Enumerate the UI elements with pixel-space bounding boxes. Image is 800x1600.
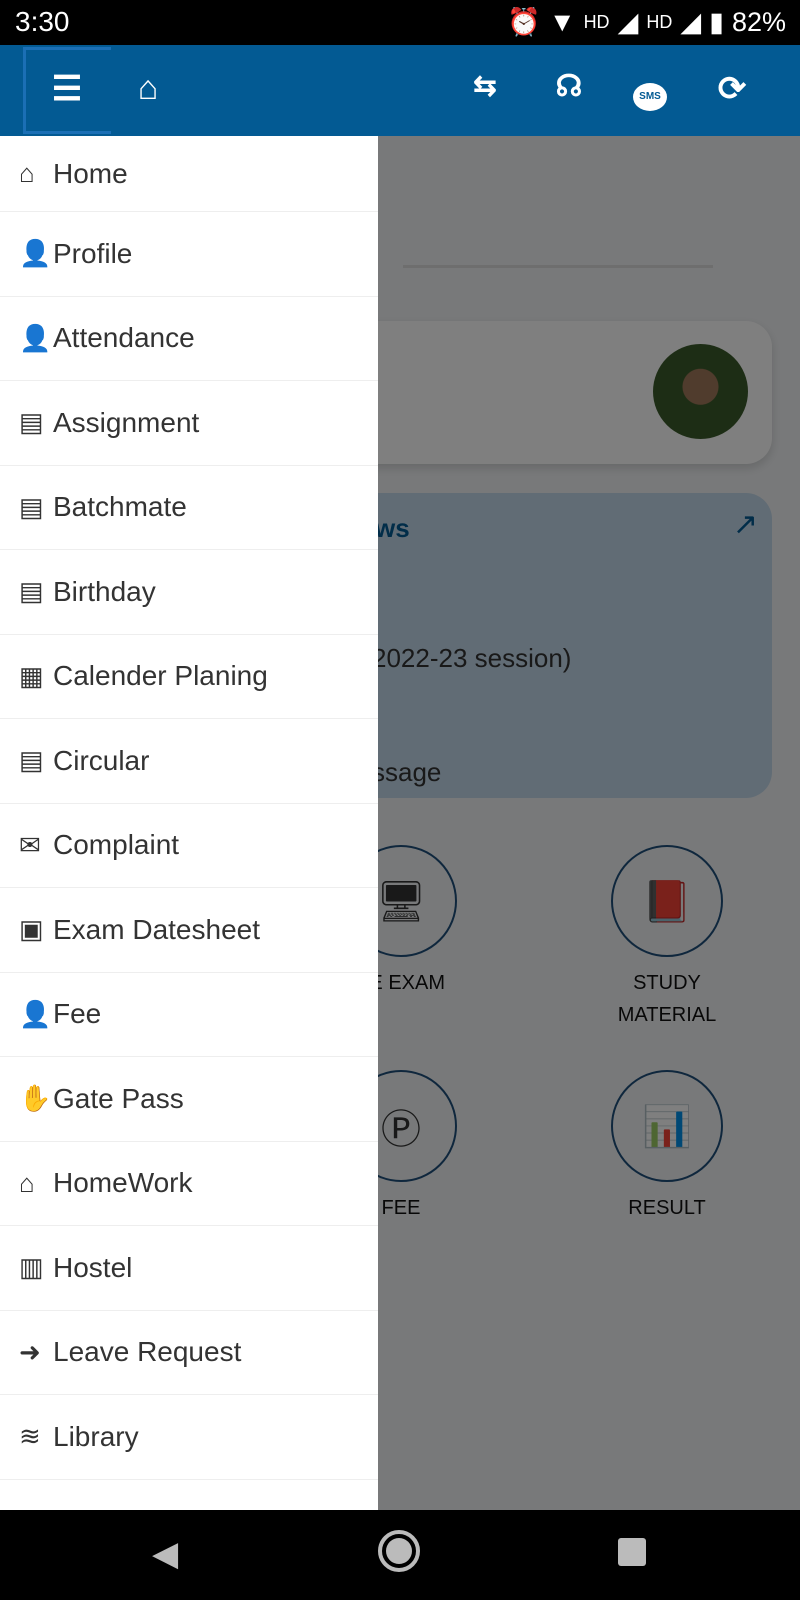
hand-icon: ✋ bbox=[19, 1083, 52, 1114]
nav-drawer: ⌂ Home 👤 Profile 👤 Attendance ▤ Assignment ▤ Batc… bbox=[0, 136, 378, 1510]
book-icon: ▤ bbox=[19, 407, 44, 438]
drawer-item-label: Hostel bbox=[53, 1251, 133, 1283]
drawer-item-label: Profile bbox=[53, 237, 133, 269]
calendar-icon: ▦ bbox=[19, 660, 44, 691]
drawer-item-leave-request[interactable]: ➜ Leave Request bbox=[0, 1311, 378, 1395]
menu-icon[interactable]: ☰ bbox=[45, 69, 89, 109]
drawer-item-batchmate[interactable]: ▤ Batchmate bbox=[0, 466, 378, 550]
drawer-item-exam-datesheet[interactable]: ▣ Exam Datesheet bbox=[0, 888, 378, 973]
book-icon: ▤ bbox=[19, 491, 44, 522]
alarm-icon: ⏰ bbox=[507, 7, 541, 37]
drawer-item-homework[interactable]: ⌂ HomeWork bbox=[0, 1142, 378, 1226]
drawer-item-gate-pass[interactable]: ✋ Gate Pass bbox=[0, 1057, 378, 1142]
home-nav-icon[interactable] bbox=[378, 1530, 420, 1572]
recents-icon[interactable] bbox=[618, 1538, 646, 1566]
drawer-item-home[interactable]: ⌂ Home bbox=[0, 136, 378, 212]
home-icon: ⌂ bbox=[19, 158, 35, 188]
stack-icon: ≋ bbox=[19, 1421, 41, 1452]
drawer-item-label: Fee bbox=[53, 998, 102, 1030]
drawer-item-hostel[interactable]: ▥ Hostel bbox=[0, 1226, 378, 1311]
drawer-item-label: Calender Planing bbox=[53, 660, 268, 692]
signal-icon: ◢ bbox=[617, 6, 639, 37]
drawer-item-complaint[interactable]: ✉ Complaint bbox=[0, 804, 378, 888]
app-bar: ☰ ⌂ ⇆ ☊ SMS ⟳ bbox=[0, 45, 800, 136]
drawer-item-label: HomeWork bbox=[53, 1167, 193, 1199]
building-icon: ▥ bbox=[19, 1252, 44, 1283]
user-icon: 👤 bbox=[19, 998, 52, 1029]
book-icon: ▤ bbox=[19, 745, 44, 776]
home-icon[interactable]: ⌂ bbox=[126, 69, 170, 108]
drawer-item-label: Assignment bbox=[53, 406, 200, 438]
system-nav-bar: ◀ bbox=[0, 1510, 800, 1600]
wifi-icon: ▼ bbox=[548, 6, 576, 37]
home-nav-dot bbox=[386, 1538, 412, 1564]
drawer-item-label: Circular bbox=[53, 744, 150, 776]
drawer-item-label: Exam Datesheet bbox=[53, 913, 260, 945]
drawer-item-assignment[interactable]: ▤ Assignment bbox=[0, 381, 378, 466]
drawer-item-label: Leave Request bbox=[53, 1336, 242, 1368]
drawer-item-label: Library bbox=[53, 1420, 139, 1452]
status-time: 3:30 bbox=[15, 6, 70, 37]
house-laptop-icon: ⌂ bbox=[19, 1167, 35, 1198]
drawer-item-circular[interactable]: ▤ Circular bbox=[0, 719, 378, 804]
user-icon: 👤 bbox=[19, 238, 52, 269]
refresh-icon[interactable]: ⟳ bbox=[710, 69, 754, 109]
drawer-item-label: Birthday bbox=[53, 575, 156, 607]
battery-level: 82% bbox=[731, 6, 786, 37]
sms-label: SMS bbox=[633, 83, 667, 111]
drawer-item-fee[interactable]: 👤 Fee bbox=[0, 973, 378, 1057]
status-bar: 3:30 ⏰ ▼ HD ◢ HD ◢ ▮ 82% bbox=[0, 0, 800, 45]
drawer-item-birthday[interactable]: ▤ Birthday bbox=[0, 550, 378, 635]
drawer-item-label: Complaint bbox=[53, 829, 180, 861]
signal-icon-2: ◢ bbox=[680, 6, 702, 37]
network-label-2: HD bbox=[646, 11, 673, 32]
sms-icon[interactable]: SMS bbox=[628, 69, 672, 111]
drawer-item-label: Batchmate bbox=[53, 491, 187, 523]
drawer-item-calender-planing[interactable]: ▦ Calender Planing bbox=[0, 635, 378, 719]
drawer-item-attendance[interactable]: 👤 Attendance bbox=[0, 297, 378, 381]
drawer-item-label: Home bbox=[53, 157, 128, 189]
drawer-item-online-cl[interactable]: ▶Online Cl bbox=[0, 1480, 378, 1510]
network-label: HD bbox=[583, 11, 610, 32]
user-check-icon: 👤 bbox=[19, 322, 52, 353]
calendar-day-icon: ▣ bbox=[19, 914, 44, 945]
drawer-item-label: Gate Pass bbox=[53, 1082, 184, 1114]
headset-icon[interactable]: ☊ bbox=[547, 69, 591, 104]
transfer-icon[interactable]: ⇆ bbox=[463, 69, 507, 102]
battery-icon: ▮ bbox=[709, 6, 724, 37]
drawer-item-profile[interactable]: 👤 Profile bbox=[0, 212, 378, 297]
drawer-item-label: Attendance bbox=[53, 322, 195, 354]
back-icon[interactable]: ◀ bbox=[152, 1534, 178, 1574]
envelope-open-icon: ✉ bbox=[19, 829, 41, 860]
drawer-item-library[interactable]: ≋ Library bbox=[0, 1395, 378, 1480]
book-icon: ▤ bbox=[19, 576, 44, 607]
sign-out-icon: ➜ bbox=[19, 1336, 41, 1367]
